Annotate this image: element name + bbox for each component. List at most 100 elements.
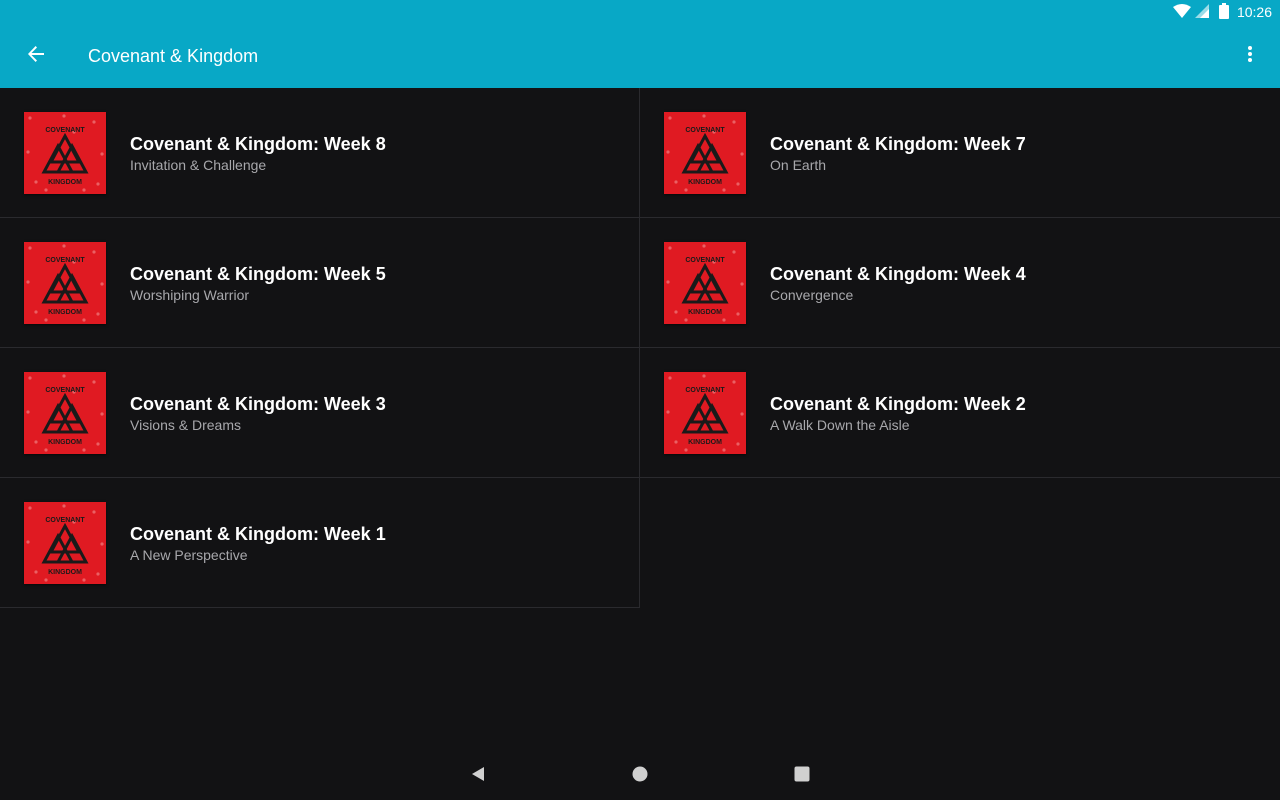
list-item[interactable]: COVENANT KINGDOM Covenant & Kingdom: Week… [0,218,640,348]
logo-top-text: COVENANT [45,387,85,394]
texture-speck [62,374,66,378]
texture-speck [62,504,66,508]
texture-speck [44,448,48,452]
texture-speck [34,440,38,444]
wifi-icon [1172,3,1191,21]
texture-speck [96,442,100,446]
texture-speck [82,318,86,322]
item-subtitle: Convergence [770,287,854,303]
texture-speck [736,442,740,446]
nav-home-icon [632,766,648,787]
texture-speck [736,182,740,186]
sermon-thumbnail: COVENANT KINGDOM [24,112,106,194]
list-item[interactable]: COVENANT KINGDOM Covenant & Kingdom: Week… [0,348,640,478]
texture-speck [666,280,670,284]
texture-speck [34,310,38,314]
list-item[interactable]: COVENANT KINGDOM Covenant & Kingdom: Week… [0,478,640,608]
system-nav-bar [0,752,1280,800]
item-title: Covenant & Kingdom: Week 7 [770,134,1026,154]
nav-recents-button[interactable] [786,760,818,792]
texture-speck [684,188,688,192]
texture-speck [82,578,86,582]
sermon-thumbnail: COVENANT KINGDOM [24,242,106,324]
covenant-kingdom-logo: COVENANT KINGDOM [666,114,744,192]
texture-speck [666,150,670,154]
texture-speck [26,540,30,544]
texture-speck [732,120,736,124]
texture-speck [26,280,30,284]
list-item[interactable]: COVENANT KINGDOM Covenant & Kingdom: Week… [640,348,1280,478]
page-title: Covenant & Kingdom [88,45,259,66]
texture-speck [674,180,678,184]
texture-speck [44,318,48,322]
item-title: Covenant & Kingdom: Week 2 [770,394,1026,414]
logo-top-text: COVENANT [685,387,725,394]
texture-speck [96,182,100,186]
item-title: Covenant & Kingdom: Week 1 [130,524,386,544]
texture-speck [740,152,744,156]
logo-top-text: COVENANT [685,257,725,264]
covenant-kingdom-logo: COVENANT KINGDOM [26,244,104,322]
logo-top-text: COVENANT [45,517,85,524]
list-item[interactable]: COVENANT KINGDOM Covenant & Kingdom: Week… [640,88,1280,218]
texture-speck [82,188,86,192]
nav-home-button[interactable] [624,760,656,792]
texture-speck [736,312,740,316]
logo-bottom-text: KINGDOM [688,309,722,316]
item-title: Covenant & Kingdom: Week 4 [770,264,1026,284]
sermon-thumbnail: COVENANT KINGDOM [664,112,746,194]
app-bar: Covenant & Kingdom [0,24,1280,88]
texture-speck [26,410,30,414]
texture-speck [702,244,706,248]
nav-back-button[interactable] [462,760,494,792]
texture-speck [26,150,30,154]
list-item[interactable]: COVENANT KINGDOM Covenant & Kingdom: Week… [640,218,1280,348]
covenant-kingdom-logo: COVENANT KINGDOM [666,244,744,322]
texture-speck [732,250,736,254]
item-subtitle: Worshiping Warrior [130,287,250,303]
overflow-menu-button[interactable] [1232,32,1268,80]
texture-speck [92,250,96,254]
status-icons [1172,2,1229,22]
texture-speck [28,506,32,510]
sermon-thumbnail: COVENANT KINGDOM [664,372,746,454]
texture-speck [100,412,104,416]
nav-back-icon [470,766,486,787]
covenant-kingdom-logo: COVENANT KINGDOM [26,114,104,192]
logo-top-text: COVENANT [45,257,85,264]
list-item[interactable]: COVENANT KINGDOM Covenant & Kingdom: Week… [0,88,640,218]
sermon-list: COVENANT KINGDOM Covenant & Kingdom: Week… [0,88,1280,608]
texture-speck [34,570,38,574]
logo-bottom-text: KINGDOM [688,439,722,446]
texture-speck [96,312,100,316]
texture-speck [92,120,96,124]
texture-speck [34,180,38,184]
texture-speck [100,542,104,546]
battery-icon [1218,2,1229,22]
status-time: 10:26 [1236,4,1272,20]
texture-speck [740,412,744,416]
signal-icon [1194,3,1209,21]
texture-speck [62,114,66,118]
status-bar: 10:26 [0,0,1280,24]
texture-speck [28,116,32,120]
texture-speck [684,448,688,452]
back-button[interactable] [0,24,72,88]
texture-speck [44,188,48,192]
texture-speck [668,116,672,120]
logo-top-text: COVENANT [45,127,85,134]
item-title: Covenant & Kingdom: Week 3 [130,394,386,414]
texture-speck [100,152,104,156]
texture-speck [674,440,678,444]
texture-speck [674,310,678,314]
nav-recents-icon [794,766,810,787]
texture-speck [740,282,744,286]
texture-speck [684,318,688,322]
sermon-thumbnail: COVENANT KINGDOM [24,502,106,584]
sermon-thumbnail: COVENANT KINGDOM [24,372,106,454]
logo-bottom-text: KINGDOM [48,439,82,446]
item-subtitle: Visions & Dreams [130,417,242,433]
texture-speck [96,572,100,576]
more-vert-icon [1248,45,1252,67]
texture-speck [28,376,32,380]
